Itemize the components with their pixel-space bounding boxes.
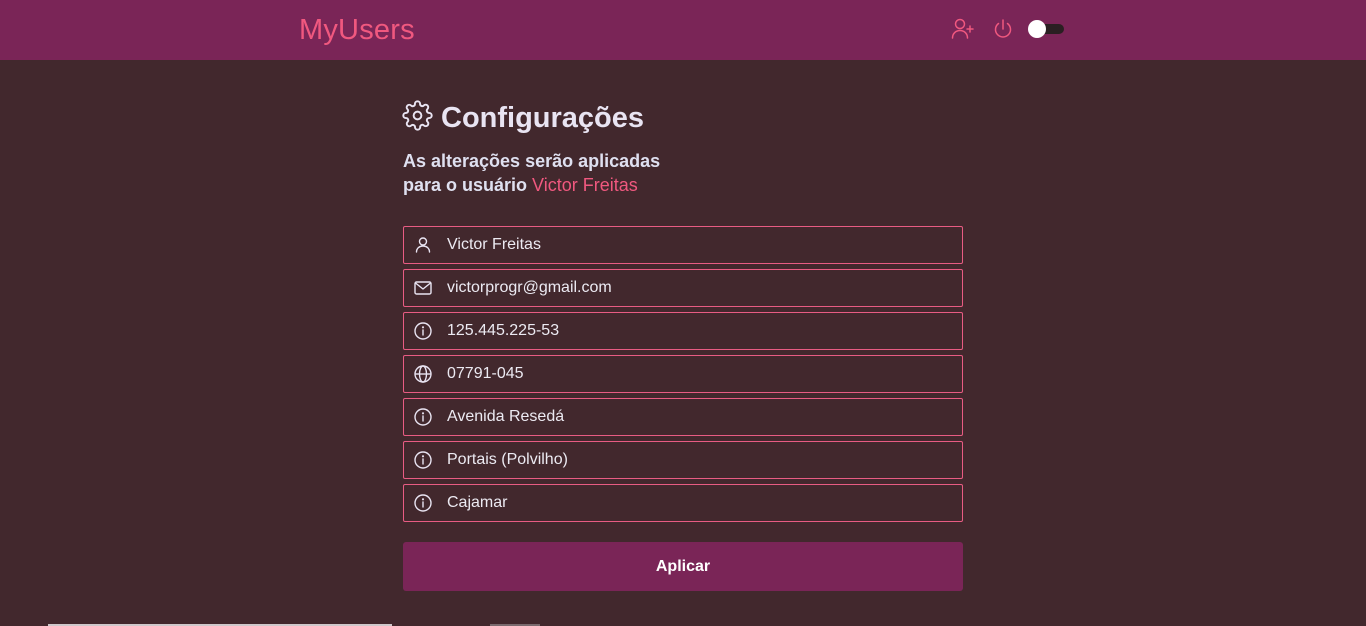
- info-icon: [414, 322, 432, 340]
- cpf-field: [403, 312, 963, 350]
- cpf-input[interactable]: [447, 313, 952, 349]
- info-icon: [414, 451, 432, 469]
- name-input[interactable]: [447, 227, 952, 263]
- city-input[interactable]: [447, 485, 952, 521]
- globe-icon: [414, 365, 432, 383]
- page-subtitle: As alterações serão aplicadas para o usu…: [403, 149, 803, 197]
- subtitle-line2-prefix: para o usuário: [403, 175, 533, 195]
- theme-toggle[interactable]: [1028, 20, 1064, 38]
- name-field: [403, 226, 963, 264]
- subtitle-username: Victor Freitas: [532, 175, 638, 195]
- email-input[interactable]: [447, 270, 952, 306]
- mail-icon: [414, 281, 432, 295]
- app-logo[interactable]: MyUsers: [299, 13, 415, 47]
- add-user-button[interactable]: [950, 16, 976, 42]
- city-field: [403, 484, 963, 522]
- info-icon: [414, 408, 432, 426]
- cep-input[interactable]: [447, 356, 952, 392]
- info-icon: [414, 494, 432, 512]
- subtitle-line1: As alterações serão aplicadas: [403, 151, 661, 171]
- page-title: Configurações: [441, 102, 645, 134]
- street-input[interactable]: [447, 399, 952, 435]
- neighborhood-input[interactable]: [447, 442, 952, 478]
- user-icon: [415, 237, 431, 253]
- add-user-icon: [951, 18, 974, 39]
- top-bar: MyUsers: [0, 0, 1366, 60]
- neighborhood-field: [403, 441, 963, 479]
- street-field: [403, 398, 963, 436]
- gear-icon: [402, 100, 433, 131]
- logout-button[interactable]: [990, 16, 1016, 42]
- power-icon: [994, 19, 1012, 38]
- toggle-knob: [1028, 20, 1046, 38]
- cep-field: [403, 355, 963, 393]
- apply-button[interactable]: Aplicar: [403, 542, 963, 591]
- email-field: [403, 269, 963, 307]
